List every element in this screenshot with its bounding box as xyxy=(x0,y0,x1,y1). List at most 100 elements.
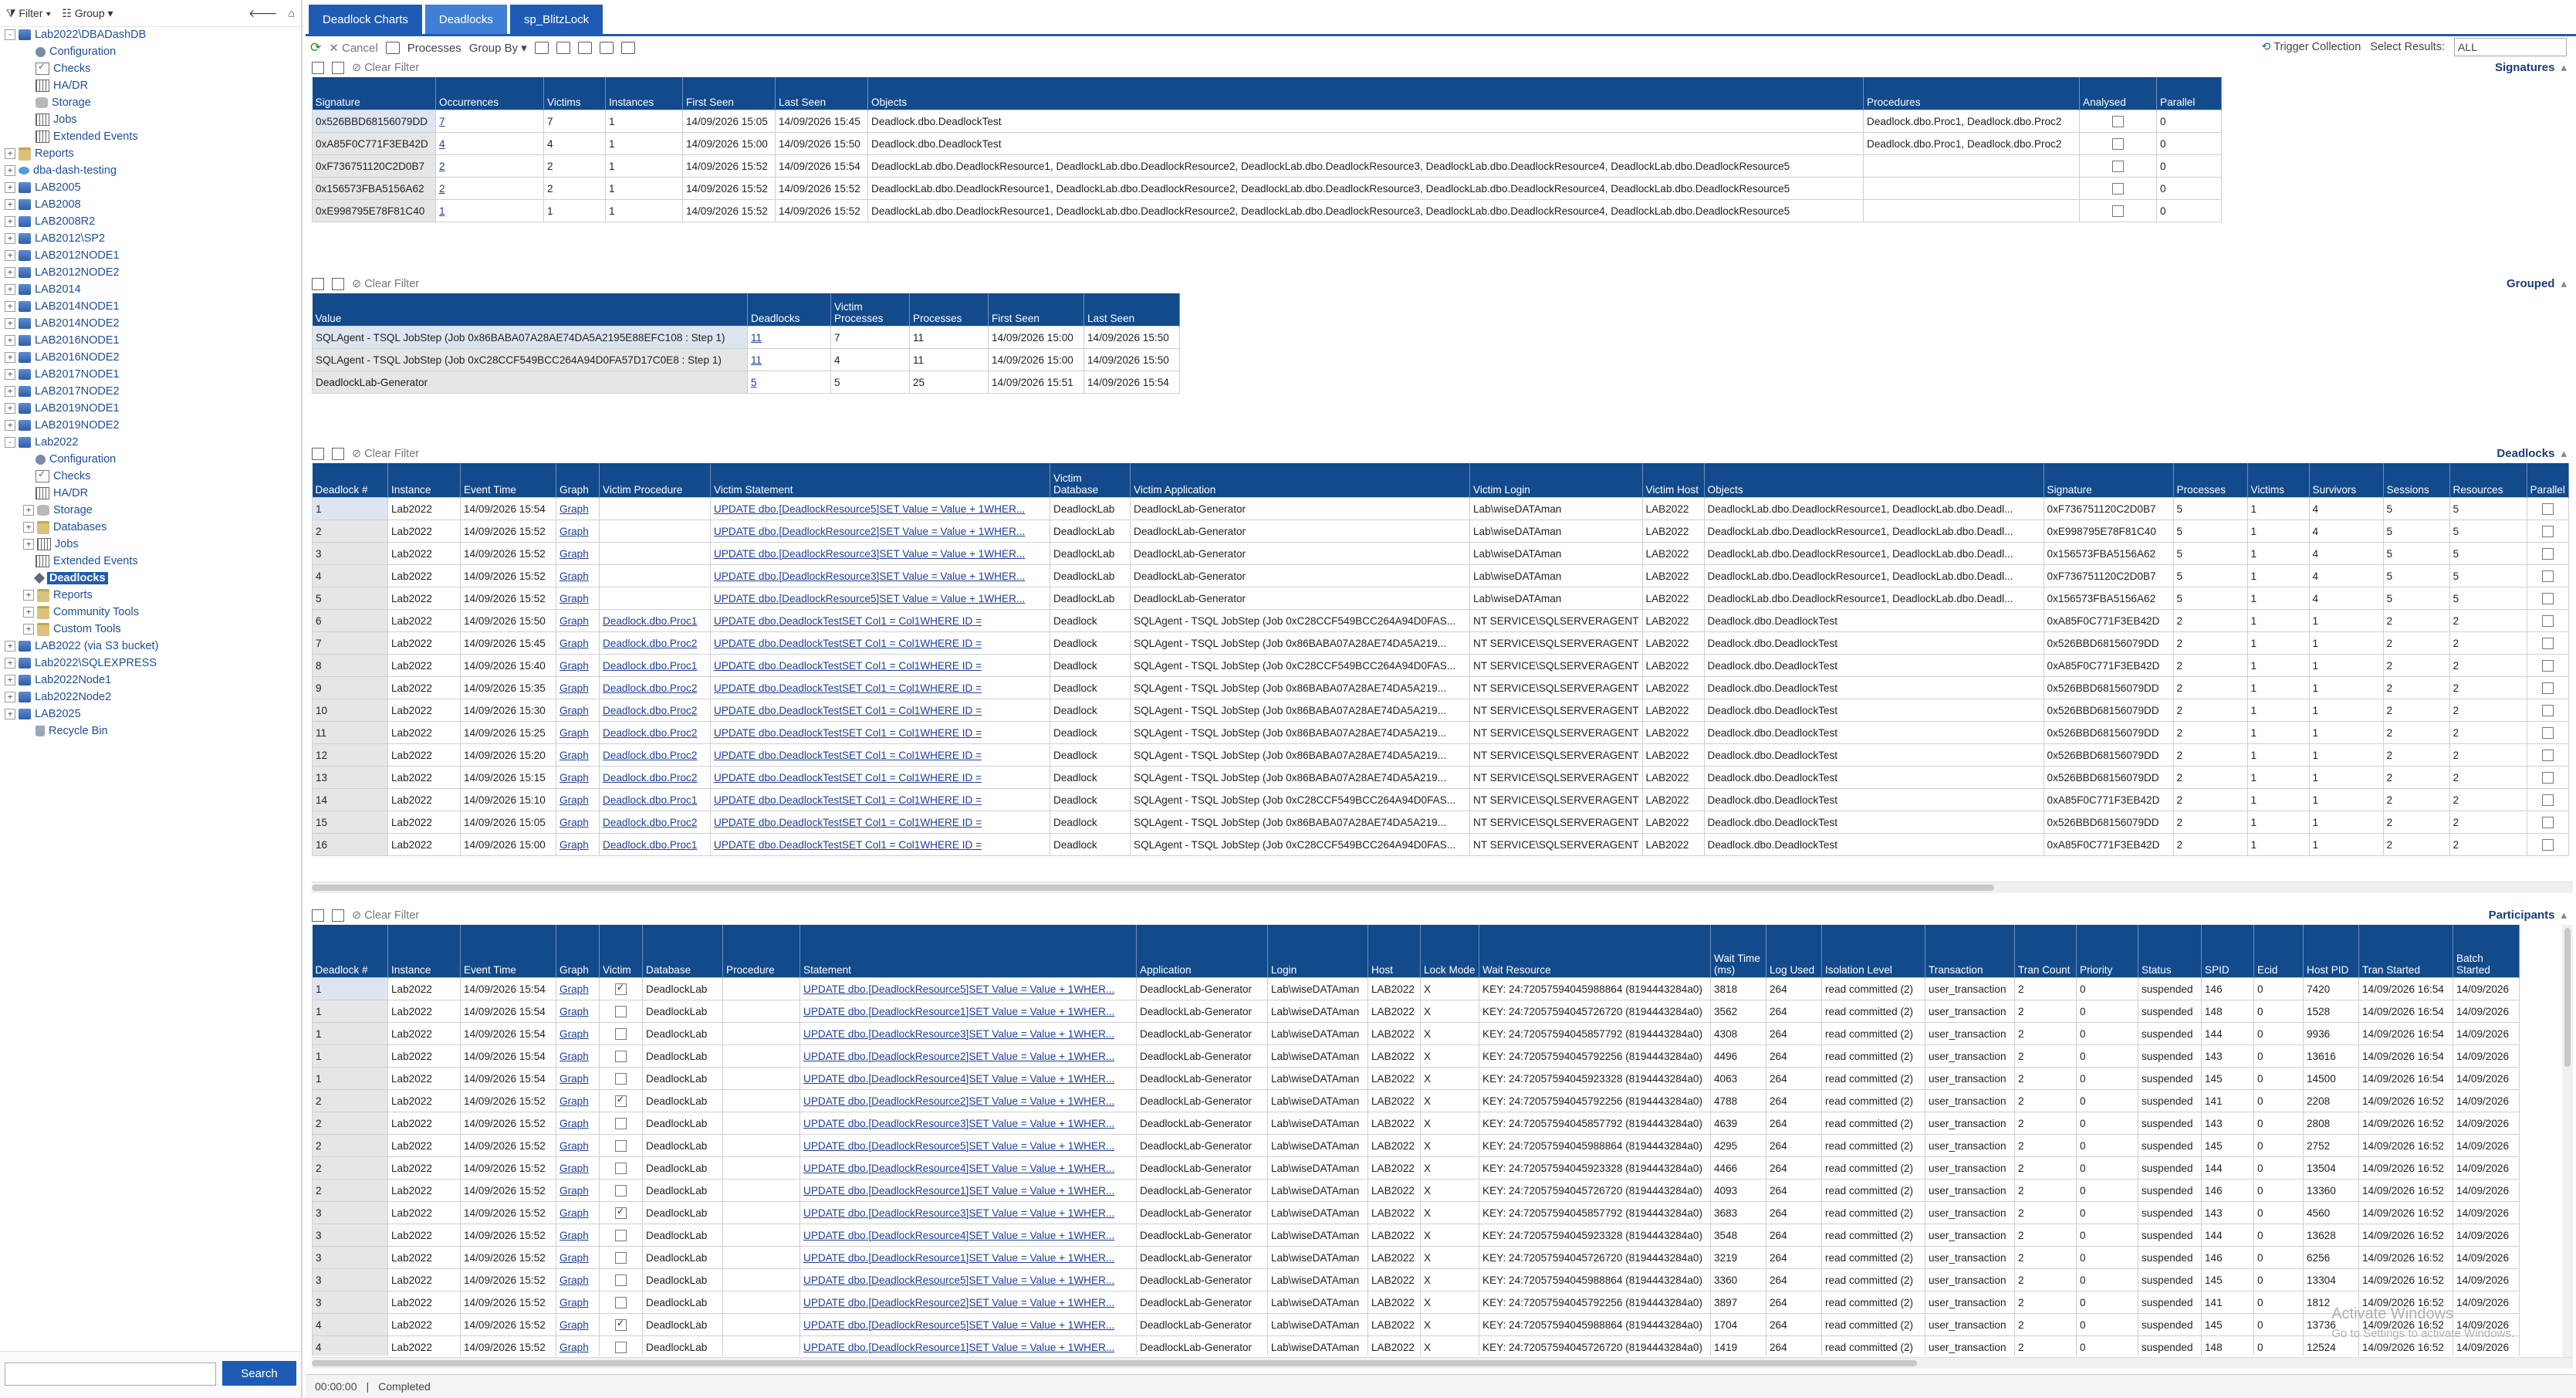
checkbox[interactable] xyxy=(2112,182,2124,195)
table-cell[interactable]: UPDATE dbo.DeadlockTestSET Col1 = Col1WH… xyxy=(710,721,1050,744)
expand-icon[interactable]: + xyxy=(5,641,15,652)
table-cell[interactable]: 4496 xyxy=(1710,1044,1766,1068)
table-cell[interactable]: 0 xyxy=(2076,1313,2138,1336)
table-cell[interactable]: 3 xyxy=(312,1201,388,1224)
table-cell[interactable]: 5 xyxy=(2449,564,2527,587)
scroll-thumb[interactable] xyxy=(312,1360,1917,1366)
checkbox[interactable] xyxy=(2541,838,2554,851)
table-cell[interactable]: 0 xyxy=(2156,110,2222,133)
table-cell[interactable] xyxy=(722,977,800,1000)
column-header[interactable]: Event Time xyxy=(460,925,556,978)
table-cell[interactable]: read committed (2) xyxy=(1821,1044,1925,1068)
column-header[interactable]: Victim Procedure xyxy=(599,463,711,498)
table-cell[interactable]: Lab\wiseDATAman xyxy=(1267,1224,1368,1247)
table-cell[interactable] xyxy=(1863,199,2080,222)
export-excel-icon[interactable] xyxy=(332,448,344,460)
table-cell[interactable]: 2 xyxy=(312,1089,388,1112)
table-cell[interactable]: DeadlockLab.dbo.DeadlockResource1, Deadl… xyxy=(1703,542,2044,565)
table-cell[interactable]: UPDATE dbo.[DeadlockResource3]SET Value … xyxy=(800,1112,1137,1135)
table-cell[interactable]: suspended xyxy=(2138,1067,2202,1090)
table-cell[interactable]: 3548 xyxy=(1710,1224,1766,1247)
table-cell[interactable]: DeadlockLab.dbo.DeadlockResource1, Deadl… xyxy=(867,177,1864,200)
table-cell[interactable]: 0 xyxy=(2253,1000,2304,1023)
table-cell[interactable] xyxy=(722,1246,800,1269)
table-cell[interactable]: LAB2022 xyxy=(1641,811,1705,834)
table-cell[interactable]: 2 xyxy=(2014,1000,2077,1023)
table-cell[interactable]: UPDATE dbo.[DeadlockResource1]SET Value … xyxy=(800,1000,1137,1023)
column-header[interactable]: Event Time xyxy=(460,463,556,498)
table-cell[interactable]: NT SERVICE\SQLSERVERAGENT xyxy=(1469,743,1643,767)
table-cell[interactable]: 2208 xyxy=(2303,1089,2359,1112)
table-cell[interactable]: 0x526BBD68156079DD xyxy=(2043,699,2174,722)
table-cell[interactable]: 3683 xyxy=(1710,1201,1766,1224)
table-cell[interactable]: 2 xyxy=(2382,699,2450,722)
table-cell[interactable]: 145 xyxy=(2201,1134,2254,1157)
table-cell[interactable]: 2 xyxy=(312,1112,388,1135)
table-cell[interactable]: 3 xyxy=(312,542,388,565)
table-cell[interactable]: 0 xyxy=(2253,1246,2304,1269)
table-cell[interactable]: Graph xyxy=(556,699,600,722)
table-cell[interactable]: Deadlock.dbo.Proc2 xyxy=(599,721,711,744)
table-cell[interactable]: 0 xyxy=(2253,1224,2304,1247)
table-cell[interactable]: read committed (2) xyxy=(1821,1134,1925,1157)
table-cell[interactable]: 1 xyxy=(2308,833,2384,856)
table-cell[interactable]: 2 xyxy=(2449,676,2527,699)
table-cell[interactable]: 14/09/2026 15:52 xyxy=(682,199,776,222)
table-cell[interactable]: 1 xyxy=(312,497,388,520)
checkbox-cell[interactable] xyxy=(2079,154,2157,178)
table-cell[interactable]: 0 xyxy=(2076,1022,2138,1045)
table-cell[interactable]: 2 xyxy=(2172,609,2248,632)
table-cell[interactable]: DeadlockLab-Generator xyxy=(1136,1112,1268,1135)
checkbox-cell[interactable] xyxy=(2526,721,2569,744)
table-cell[interactable]: UPDATE dbo.[DeadlockResource2]SET Value … xyxy=(710,520,1050,543)
table-cell[interactable]: user_transaction xyxy=(1925,1089,2015,1112)
table-cell[interactable]: DeadlockLab xyxy=(642,1313,723,1336)
table-cell[interactable]: 5 xyxy=(2449,497,2527,520)
table-cell[interactable]: X xyxy=(1420,1156,1479,1180)
table-cell[interactable]: KEY: 24:72057594045857792 (8194443284a0) xyxy=(1479,1022,1711,1045)
table-cell[interactable]: 2 xyxy=(2014,1067,2077,1090)
clear-filter-button[interactable]: ⊘ Clear Filter xyxy=(352,62,419,74)
checkbox-cell[interactable] xyxy=(2526,766,2569,789)
table-cell[interactable]: user_transaction xyxy=(1925,1268,2015,1291)
column-header[interactable]: Tran Count xyxy=(2014,925,2077,978)
tree-node[interactable]: + LAB2012NODE2 xyxy=(0,264,301,281)
table-cell[interactable]: 7 xyxy=(543,110,606,133)
participants-vscroll[interactable] xyxy=(2562,925,2573,1357)
table-cell[interactable]: Graph xyxy=(556,1224,600,1247)
table-cell[interactable]: LAB2022 xyxy=(1641,631,1705,655)
checkbox[interactable] xyxy=(615,982,627,995)
table-row[interactable]: 2Lab202214/09/2026 15:52GraphDeadlockLab… xyxy=(312,1112,2520,1135)
table-cell[interactable]: DeadlockLab-Generator xyxy=(1136,1313,1268,1336)
table-row[interactable]: 3Lab202214/09/2026 15:52Graph DeadlockLab… xyxy=(312,1268,2520,1291)
table-cell[interactable]: UPDATE dbo.[DeadlockResource3]SET Value … xyxy=(710,564,1050,587)
tree-node[interactable]: + LAB2019NODE2 xyxy=(0,417,301,434)
table-cell[interactable] xyxy=(722,1134,800,1157)
table-cell[interactable]: 2 xyxy=(2382,766,2450,789)
table-cell[interactable]: Lab\wiseDATAman xyxy=(1469,587,1643,610)
table-cell[interactable]: Graph xyxy=(556,654,600,677)
table-cell[interactable]: 14/09/2026 15:54 xyxy=(460,497,556,520)
tree-node[interactable]: + Jobs xyxy=(0,536,301,553)
expand-icon[interactable]: + xyxy=(23,590,34,601)
table-cell[interactable]: 264 xyxy=(1766,977,1822,1000)
tree-node[interactable]: + LAB2017NODE2 xyxy=(0,383,301,400)
table-cell[interactable]: 14/09/2026 15:52 xyxy=(460,1179,556,1202)
table-cell[interactable]: 2 xyxy=(2449,811,2527,834)
table-cell[interactable]: 2 xyxy=(312,1134,388,1157)
table-cell[interactable]: DeadlockLab xyxy=(642,1291,723,1314)
column-header[interactable]: Victim Database xyxy=(1050,463,1131,498)
table-cell[interactable]: 5 xyxy=(2449,542,2527,565)
table-cell[interactable]: 5 xyxy=(2172,542,2248,565)
table-cell[interactable]: read committed (2) xyxy=(1821,1201,1925,1224)
table-cell[interactable]: DeadlockLab-Generator xyxy=(1136,1291,1268,1314)
checkbox[interactable] xyxy=(615,1139,627,1152)
table-cell[interactable]: Deadlock.dbo.DeadlockTest xyxy=(1703,631,2044,655)
table-cell[interactable]: DeadlockLab xyxy=(1050,564,1131,587)
table-row[interactable]: 3 Lab2022 14/09/2026 15:52 Graph UPDATE dbo.… xyxy=(312,542,2569,565)
checkbox[interactable] xyxy=(615,1027,627,1040)
table-cell[interactable]: 2 xyxy=(2382,811,2450,834)
table-cell[interactable] xyxy=(722,1291,800,1314)
table-cell[interactable]: suspended xyxy=(2138,1000,2202,1023)
table-cell[interactable]: 264 xyxy=(1766,1067,1822,1090)
